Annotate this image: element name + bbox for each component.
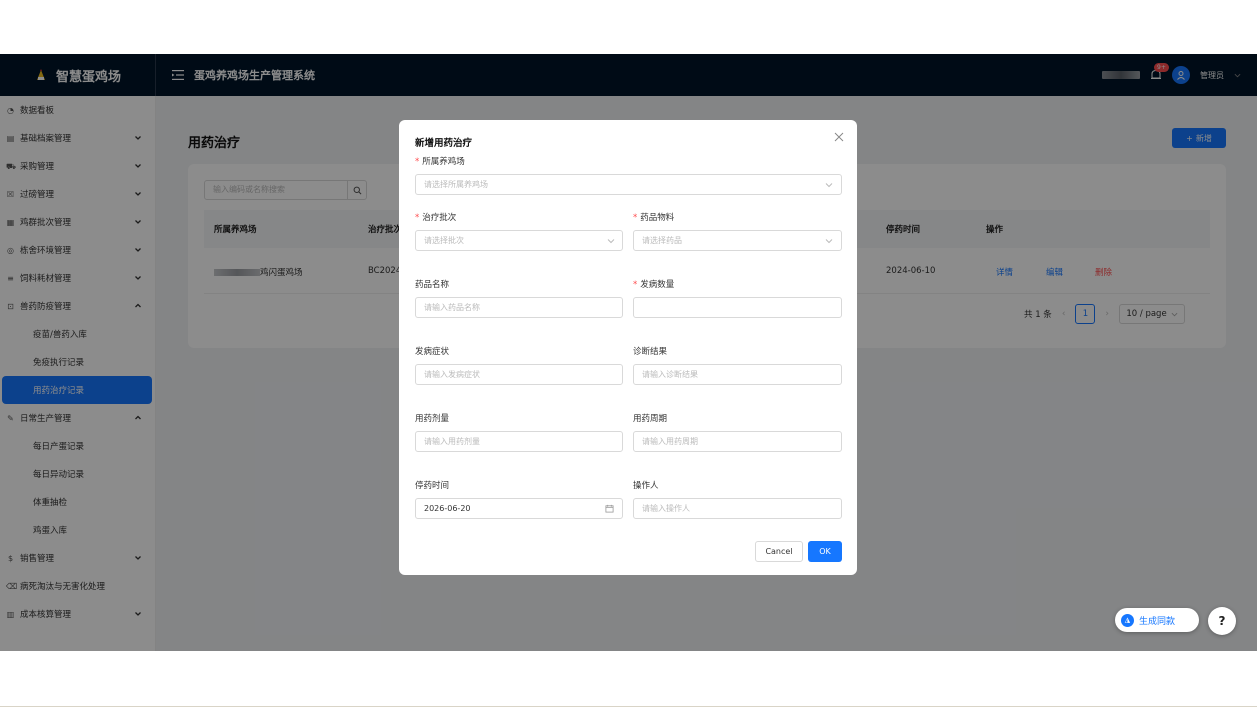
stop-time-picker[interactable]: 2026-06-20 [415, 498, 623, 519]
dialog-title: 新增用药治疗 [415, 138, 473, 149]
batch-select[interactable]: 请选择批次 [415, 230, 623, 251]
material-select[interactable]: 请选择药品 [633, 230, 842, 251]
add-medication-dialog: 新增用药治疗 * 所属养鸡场 请选择所属养鸡场 * 治疗批次 请选择批次 * 药品物料… [399, 120, 857, 575]
generate-similar-button[interactable]: ◮ 生成同款 [1115, 608, 1199, 632]
generate-label: 生成同款 [1139, 616, 1176, 627]
symptom-input[interactable]: 请输入发病症状 [415, 364, 623, 385]
sick-count-label: * 发病数量 [633, 280, 675, 290]
app-window: 智慧蛋鸡场 蛋鸡养鸡场生产管理系统 9+ 管理员 ◔ 数据看板 ▤ 基础档案管理… [0, 54, 1257, 651]
farm-select[interactable]: 请选择所属养鸡场 [415, 174, 842, 195]
ok-button[interactable]: OK [808, 541, 842, 562]
material-label: * 药品物料 [633, 213, 675, 223]
dosage-label: 用药剂量 [415, 414, 450, 424]
cycle-input[interactable]: 请输入用药周期 [633, 431, 842, 452]
close-icon[interactable] [834, 132, 844, 142]
diagnosis-input[interactable]: 请输入诊断结果 [633, 364, 842, 385]
symptom-label: 发病症状 [415, 347, 450, 357]
dosage-input[interactable]: 请输入用药剂量 [415, 431, 623, 452]
ai-logo-icon: ◮ [1121, 613, 1134, 627]
diagnosis-label: 诊断结果 [633, 347, 668, 357]
bottom-area [0, 651, 1257, 708]
batch-label: * 治疗批次 [415, 213, 457, 223]
stop-time-label: 停药时间 [415, 481, 450, 491]
sick-count-input[interactable] [633, 297, 842, 318]
drug-name-input[interactable]: 请输入药品名称 [415, 297, 623, 318]
chevron-down-icon [825, 183, 833, 188]
farm-label: * 所属养鸡场 [415, 157, 465, 167]
operator-input[interactable]: 请输入操作人 [633, 498, 842, 519]
cancel-button[interactable]: Cancel [755, 541, 803, 562]
operator-label: 操作人 [633, 481, 659, 491]
calendar-icon [605, 504, 614, 513]
chevron-down-icon [825, 239, 833, 244]
help-button[interactable]: ? [1208, 607, 1236, 635]
drug-name-label: 药品名称 [415, 280, 450, 290]
chevron-down-icon [607, 239, 615, 244]
divider [0, 706, 1257, 707]
cycle-label: 用药周期 [633, 414, 668, 424]
